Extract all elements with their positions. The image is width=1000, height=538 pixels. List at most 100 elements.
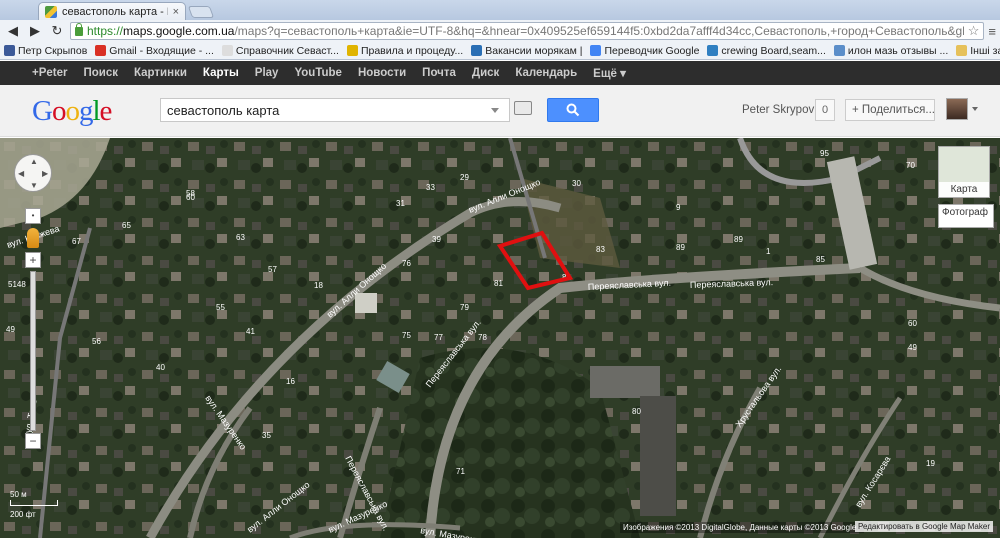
tab-close-icon[interactable]: × — [173, 6, 179, 18]
zoom-control: • + − — [25, 208, 41, 452]
search-box[interactable] — [160, 98, 510, 122]
maps-header: Google Peter Skrypov 0 + Поделиться... — [0, 85, 1000, 137]
account-caret-icon[interactable] — [972, 107, 978, 111]
google-logo[interactable]: Google — [32, 95, 113, 128]
zoom-in-button[interactable]: + — [25, 252, 41, 268]
notifications-count[interactable]: 0 — [815, 99, 835, 121]
bookmark-favicon-icon — [590, 45, 602, 56]
map-type-photo-button[interactable]: Фотограф — [938, 204, 994, 228]
house-number: 35 — [262, 431, 271, 440]
pegman-icon[interactable] — [27, 228, 39, 248]
browser-toolbar: ◀ ▶ ↻ https://maps.google.com.ua/maps?q=… — [0, 20, 1000, 42]
bookmark-favicon-icon — [833, 45, 845, 56]
bookmark-label: crewing Board,seam... — [721, 44, 826, 57]
pan-control[interactable]: ▲ ▼ ◀ ▶ — [14, 154, 52, 192]
google-nav-bar: +Peter Поиск Картинки Карты Play YouTube Новос… — [0, 61, 1000, 85]
house-number: 19 — [926, 459, 935, 468]
address-bar[interactable]: https://maps.google.com.ua/maps?q=севаст… — [70, 22, 985, 40]
gbar-item[interactable]: Календарь — [515, 67, 577, 79]
back-arrow-icon[interactable]: ◀ — [4, 22, 22, 40]
url-host: maps.google.com.ua — [123, 24, 235, 38]
map-maker-link[interactable]: Редактировать в Google Map Maker — [855, 521, 993, 532]
forward-arrow-icon[interactable]: ▶ — [26, 22, 44, 40]
gbar-item[interactable]: Картинки — [134, 67, 187, 79]
house-number: 78 — [478, 333, 487, 342]
zoom-out-button[interactable]: − — [25, 433, 41, 449]
bookmark-label: илон мазь отзывы ... — [847, 44, 949, 57]
house-number: 60 — [908, 319, 917, 328]
house-number: 81 — [494, 279, 503, 288]
reload-icon[interactable]: ↻ — [48, 22, 66, 40]
keyboard-icon[interactable] — [514, 101, 532, 115]
bookmark-item[interactable]: Gmail - Входящие - ... — [95, 45, 214, 57]
bookmark-label: Gmail - Входящие - ... — [109, 44, 214, 57]
logo-letter: l — [92, 95, 100, 127]
new-tab-button[interactable] — [187, 6, 215, 18]
gbar-item[interactable]: YouTube — [294, 67, 341, 79]
bookmark-item[interactable]: илон мазь отзывы ... — [833, 44, 949, 57]
gbar-item[interactable]: +Peter — [32, 67, 67, 79]
house-number: 89 — [676, 243, 685, 252]
pan-right-icon[interactable]: ▶ — [42, 169, 48, 178]
house-number: 95 — [820, 149, 829, 158]
share-button[interactable]: + Поделиться... — [845, 99, 935, 121]
bookmark-label: Правила и процеду... — [360, 44, 464, 57]
bookmark-favicon-icon — [4, 45, 15, 56]
gbar-item[interactable]: Play — [255, 67, 279, 79]
house-number: 18 — [314, 281, 323, 290]
gbar-item[interactable]: Ещё ▾ — [593, 66, 626, 80]
browser-menu-icon[interactable]: ≡ — [988, 24, 996, 39]
user-name[interactable]: Peter Skrypov — [742, 104, 814, 116]
url-path: /maps?q=севастополь+карта&ie=UTF-8&hq=&h… — [234, 24, 964, 38]
bookmark-item[interactable]: Правила и процеду... — [346, 44, 464, 57]
scale-line — [10, 500, 58, 506]
map-type-map-button[interactable]: Карта — [938, 146, 990, 198]
house-number: 33 — [426, 183, 435, 192]
gbar-item[interactable]: Карты — [203, 67, 239, 79]
bookmark-favicon-icon — [471, 45, 483, 56]
avatar[interactable] — [946, 98, 968, 120]
bookmark-item[interactable]: crewing Board,seam... — [707, 44, 826, 57]
satellite-map[interactable]: вул. Алли Онощко вул. Алли Онощко вул. Алл… — [0, 138, 1000, 538]
house-number: 67 — [72, 237, 81, 246]
scale-m: 50 м — [10, 490, 27, 499]
browser-tab[interactable]: севастополь карта - Карт × — [38, 2, 186, 20]
bookmark-star-icon[interactable]: ☆ — [968, 23, 980, 39]
gbar-item[interactable]: Поиск — [83, 67, 118, 79]
zoom-slider[interactable] — [30, 271, 36, 431]
pan-up-icon[interactable]: ▲ — [30, 157, 38, 166]
gbar-item[interactable]: Почта — [422, 67, 456, 79]
gbar-item[interactable]: Новости — [358, 67, 406, 79]
map-canvas[interactable]: вул. Алли Онощковул. Алли Онощковул. Алл… — [0, 138, 1000, 538]
gbar-item[interactable]: Диск — [472, 67, 499, 79]
folder-icon — [956, 45, 968, 56]
bookmark-label: Петр Скрыпов — [18, 44, 88, 57]
search-dropdown-icon[interactable] — [491, 107, 499, 113]
bookmark-item[interactable]: Петр Скрыпов — [4, 45, 87, 57]
tab-title: севастополь карта - Карт — [62, 5, 168, 18]
bookmark-item[interactable]: Вакансии морякам | — [471, 45, 582, 57]
search-input[interactable] — [167, 102, 491, 118]
house-number: 63 — [236, 233, 245, 242]
pan-left-icon[interactable]: ◀ — [18, 169, 24, 178]
pan-down-icon[interactable]: ▼ — [30, 181, 38, 190]
search-button[interactable] — [547, 98, 599, 122]
zoom-reset-icon[interactable]: • — [25, 208, 41, 224]
logo-letter: o — [65, 95, 79, 127]
house-number: 39 — [432, 235, 441, 244]
house-number: 16 — [286, 377, 295, 386]
other-bookmarks[interactable]: Інші закладки — [956, 45, 1000, 57]
bookmark-item[interactable]: Справочник Севаст... — [221, 45, 339, 57]
bookmark-item[interactable]: Переводчик Google — [590, 45, 699, 57]
bookmark-favicon-icon — [221, 45, 233, 56]
url-scheme: https:// — [87, 24, 124, 38]
house-number: 76 — [402, 259, 411, 268]
house-number: 80 — [632, 407, 641, 416]
house-number: 77 — [434, 333, 443, 342]
logo-letter: e — [99, 95, 113, 127]
logo-letter: g — [78, 95, 93, 127]
other-bookmarks-label: Інші закладки — [970, 44, 1000, 57]
lock-icon — [75, 23, 83, 36]
house-number: 31 — [396, 199, 405, 208]
map-type-label: Карта — [939, 182, 989, 197]
